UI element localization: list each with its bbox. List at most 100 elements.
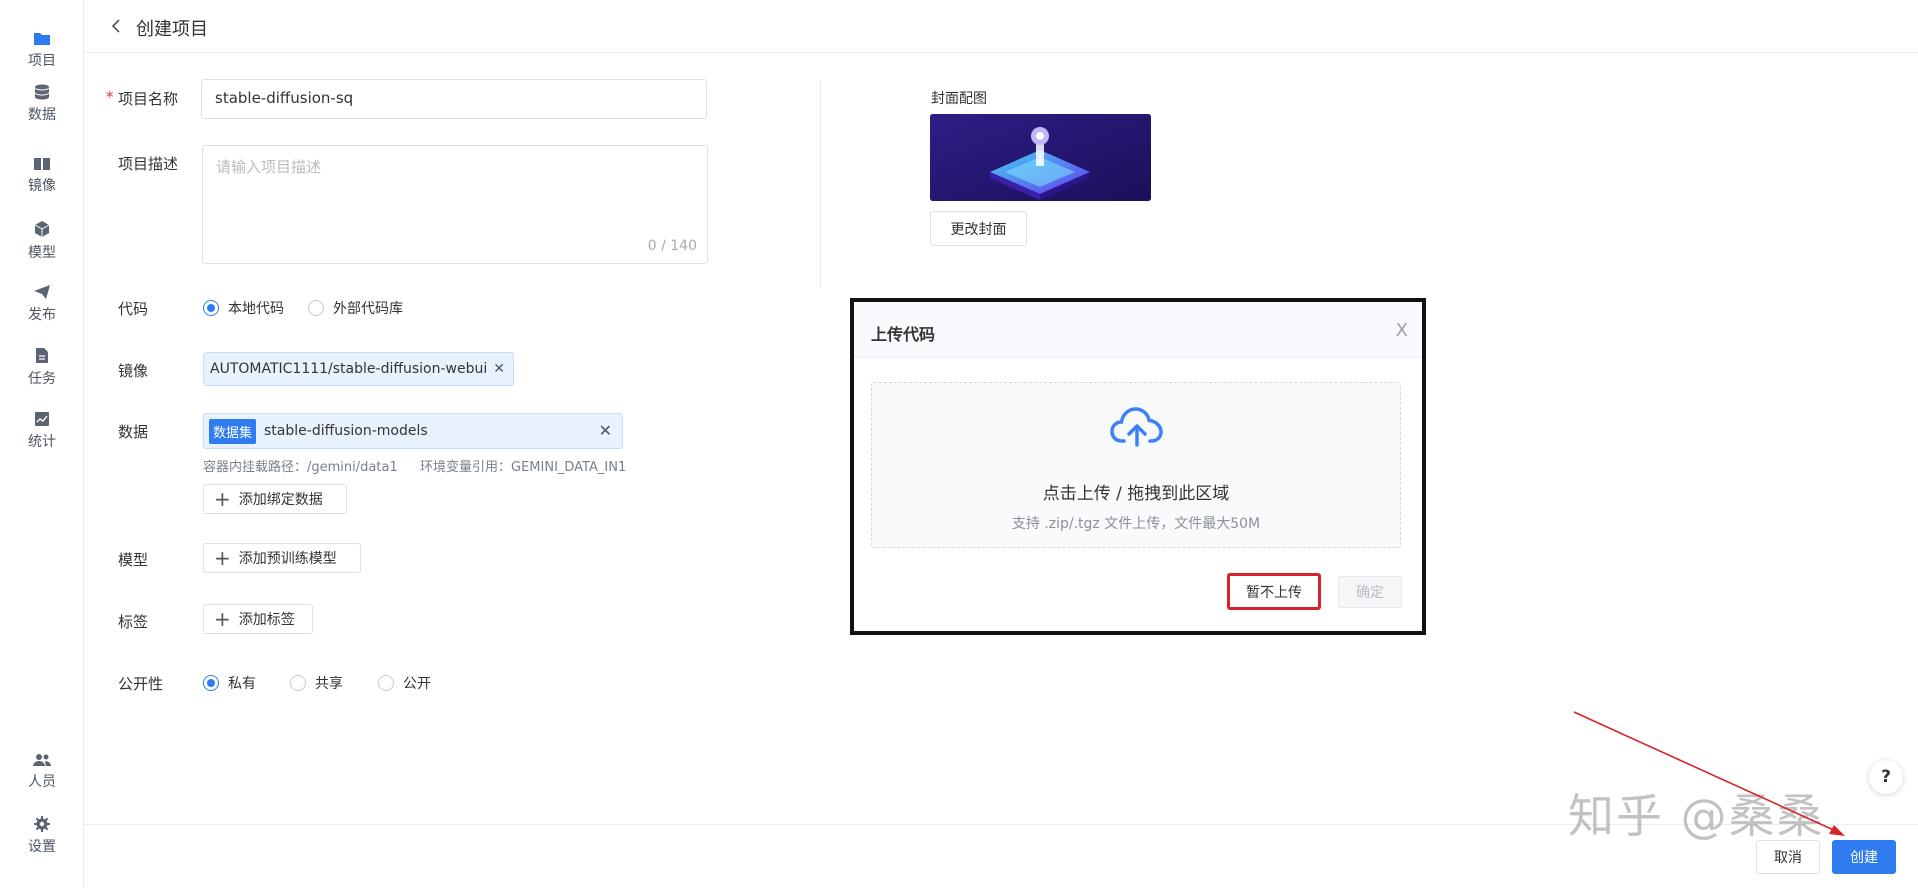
radio-shared[interactable]: 共享	[290, 673, 343, 693]
add-model-label: 添加预训练模型	[238, 551, 337, 567]
create-button[interactable]: 创建	[1832, 840, 1896, 874]
radio-dot	[290, 675, 306, 691]
database-icon	[35, 84, 49, 100]
dialog-header: 上传代码 X	[854, 302, 1422, 358]
people-icon	[33, 754, 51, 766]
send-icon	[34, 285, 50, 299]
project-name-value: stable-diffusion-sq	[215, 89, 354, 107]
page-header: 创建项目	[84, 0, 1918, 53]
sidebar-item-projects[interactable]: 项目	[0, 30, 84, 70]
cover-label: 封面配图	[931, 91, 987, 107]
create-label: 创建	[1850, 850, 1878, 866]
cover-illustration	[930, 114, 1151, 201]
radio-label: 共享	[315, 676, 343, 692]
sidebar-item-label: 任务	[28, 371, 56, 387]
help-button[interactable]: ?	[1869, 760, 1903, 794]
radio-dot	[203, 675, 219, 691]
close-icon[interactable]: X	[1396, 320, 1408, 341]
remove-dataset-icon[interactable]: ✕	[599, 421, 612, 440]
image-tag: AUTOMATIC1111/stable-diffusion-webui ✕	[203, 352, 514, 386]
mount-path-note: 容器内挂载路径：/gemini/data1	[203, 460, 398, 475]
dataset-tag-text: stable-diffusion-models	[264, 423, 428, 439]
sidebar-item-images[interactable]: 镜像	[0, 157, 84, 195]
image-label: 镜像	[118, 362, 149, 380]
cover-image	[930, 114, 1151, 201]
column-divider	[820, 80, 821, 288]
plus-icon: +	[214, 546, 231, 570]
radio-dot	[203, 300, 219, 316]
radio-label: 公开	[403, 676, 431, 692]
chart-icon	[35, 412, 49, 426]
radio-private[interactable]: 私有	[203, 673, 256, 693]
cancel-label: 取消	[1774, 850, 1802, 866]
plus-icon: +	[214, 607, 231, 631]
cloud-upload-icon	[1110, 407, 1163, 447]
project-name-input[interactable]: stable-diffusion-sq	[201, 79, 707, 119]
sidebar-item-label: 模型	[28, 245, 56, 261]
radio-label: 外部代码库	[333, 301, 403, 317]
radio-external-repo[interactable]: 外部代码库	[308, 298, 403, 318]
dataset-tag: 数据集 stable-diffusion-models ✕	[203, 413, 623, 449]
page-title: 创建项目	[136, 19, 208, 40]
description-placeholder: 请输入项目描述	[216, 158, 322, 176]
confirm-button[interactable]: 确定	[1338, 576, 1402, 608]
required-asterisk: *	[106, 88, 114, 106]
add-data-button[interactable]: + 添加绑定数据	[203, 484, 347, 514]
dataset-badge: 数据集	[209, 418, 257, 444]
radio-local-code[interactable]: 本地代码	[203, 298, 284, 318]
model-label: 模型	[118, 551, 149, 569]
dialog-title: 上传代码	[871, 325, 936, 344]
add-model-button[interactable]: + 添加预训练模型	[203, 543, 361, 573]
radio-dot	[308, 300, 324, 316]
sidebar-item-label: 项目	[28, 53, 56, 69]
radio-label: 私有	[228, 676, 256, 692]
sidebar-item-settings[interactable]: 设置	[0, 816, 84, 856]
sidebar-item-label: 镜像	[28, 178, 56, 194]
sidebar-item-tasks[interactable]: 任务	[0, 347, 84, 388]
watermark: 知乎 @桑桑	[1568, 789, 1825, 843]
sidebar-item-label: 统计	[28, 434, 56, 450]
plus-icon: +	[214, 487, 231, 511]
confirm-label: 确定	[1356, 585, 1384, 601]
env-var-note: 环境变量引用：GEMINI_DATA_IN1	[420, 460, 627, 475]
radio-dot	[378, 675, 394, 691]
sidebar-item-data[interactable]: 数据	[0, 84, 84, 124]
remove-image-icon[interactable]: ✕	[493, 361, 505, 377]
sidebar-item-label: 设置	[28, 839, 56, 855]
back-arrow-icon[interactable]	[106, 16, 126, 36]
dropzone-instruction: 点击上传 / 拖拽到此区域	[1042, 484, 1230, 504]
sidebar-item-label: 人员	[28, 774, 56, 790]
tags-label: 标签	[118, 613, 149, 631]
visibility-label: 公开性	[118, 675, 164, 693]
document-icon	[36, 348, 48, 363]
sidebar-item-people[interactable]: 人员	[0, 753, 84, 791]
add-data-label: 添加绑定数据	[238, 492, 323, 508]
radio-label: 本地代码	[228, 301, 284, 317]
dropzone-hint: 支持 .zip/.tgz 文件上传，文件最大50M	[1011, 516, 1261, 532]
image-icon	[34, 158, 50, 170]
sidebar-item-label: 数据	[28, 107, 56, 123]
sidebar-item-publish[interactable]: 发布	[0, 284, 84, 324]
add-tag-label: 添加标签	[238, 612, 295, 628]
sidebar-item-stats[interactable]: 统计	[0, 411, 84, 451]
radio-public[interactable]: 公开	[378, 673, 431, 693]
cube-icon	[34, 221, 50, 237]
skip-upload-button[interactable]: 暂不上传	[1227, 573, 1321, 610]
gear-icon	[34, 816, 50, 832]
sidebar-item-label: 发布	[28, 307, 56, 323]
project-name-label: 项目名称	[118, 90, 179, 108]
description-char-count: 0 / 140	[647, 238, 697, 254]
project-description-label: 项目描述	[118, 155, 179, 173]
sidebar-item-models[interactable]: 模型	[0, 220, 84, 262]
skip-upload-label: 暂不上传	[1246, 584, 1302, 601]
sidebar: 项目 数据 镜像 模型 发布 任务 统计 人员 设置	[0, 0, 84, 888]
change-cover-label: 更改封面	[950, 221, 1007, 238]
data-label: 数据	[118, 423, 149, 441]
change-cover-button[interactable]: 更改封面	[930, 211, 1027, 246]
code-label: 代码	[118, 300, 149, 318]
upload-dropzone[interactable]: 点击上传 / 拖拽到此区域 支持 .zip/.tgz 文件上传，文件最大50M	[871, 382, 1401, 548]
folder-icon	[34, 33, 50, 45]
image-tag-text: AUTOMATIC1111/stable-diffusion-webui	[210, 361, 488, 377]
project-description-textarea[interactable]: 请输入项目描述 0 / 140	[202, 145, 708, 264]
add-tag-button[interactable]: + 添加标签	[203, 604, 313, 634]
